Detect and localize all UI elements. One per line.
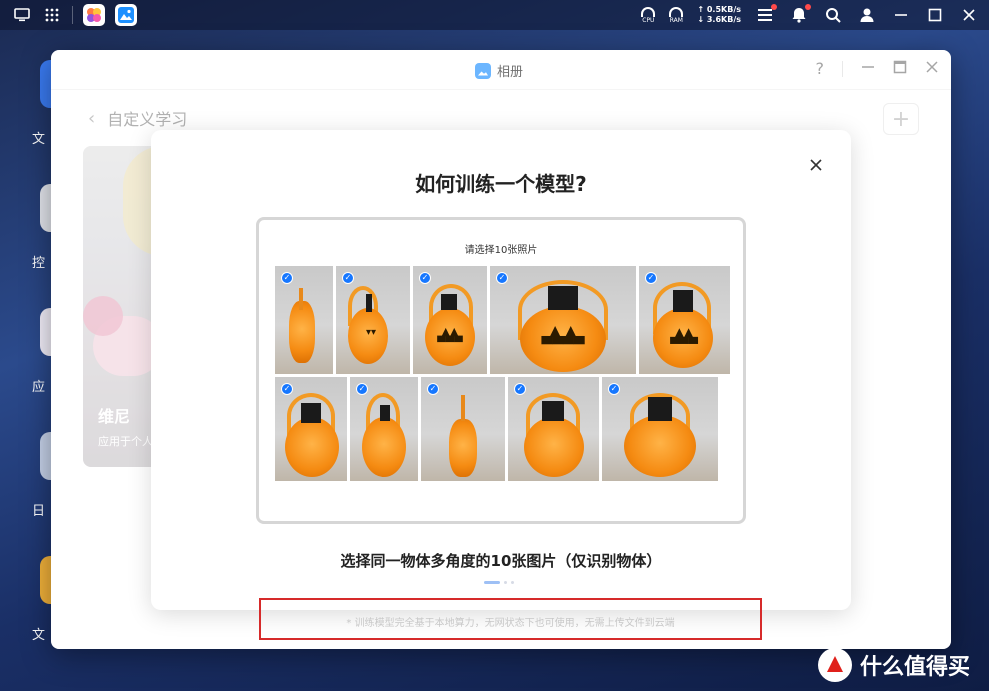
search-icon[interactable]	[823, 5, 843, 25]
desktop-label-files: 文	[32, 132, 46, 147]
photos-app-icon[interactable]	[83, 4, 105, 26]
check-icon: ✓	[427, 383, 439, 395]
check-icon: ✓	[356, 383, 368, 395]
check-icon: ✓	[419, 272, 431, 284]
desktop-label-log: 日	[32, 504, 46, 519]
sample-photo-10[interactable]: ✓	[602, 377, 718, 481]
ram-label: RAM	[669, 16, 683, 24]
carousel-dot-1[interactable]	[484, 581, 500, 584]
system-top-bar: CPU RAM ↑ 0.5KB/s ↓ 3.6KB/s	[0, 0, 989, 30]
user-icon[interactable]	[857, 5, 877, 25]
sample-photo-1[interactable]: ✓	[275, 266, 333, 374]
smzdm-logo-icon	[818, 648, 852, 682]
sample-photo-6[interactable]: ✓	[275, 377, 347, 481]
footnote-highlight-box: * 训练模型完全基于本地算力，无网状态下也可使用，无需上传文件到云端	[259, 598, 762, 640]
dialog-instruction: 选择同一物体多角度的10张图片（仅识别物体）	[340, 552, 662, 570]
sample-photo-8[interactable]: ✓	[421, 377, 505, 481]
upload-speed: ↑ 0.5KB/s	[697, 5, 741, 14]
desktop-label-text: 文	[32, 628, 46, 643]
check-icon: ✓	[496, 272, 508, 284]
preview-caption: 请选择10张照片	[464, 245, 538, 256]
carousel-dot-2[interactable]	[504, 581, 507, 584]
maximize-icon[interactable]	[925, 5, 945, 25]
network-speed: ↑ 0.5KB/s ↓ 3.6KB/s	[697, 5, 741, 25]
check-icon: ✓	[608, 383, 620, 395]
topbar-divider	[72, 6, 73, 24]
cpu-label: CPU	[642, 16, 655, 24]
carousel-indicator[interactable]	[484, 581, 514, 584]
monitor-icon[interactable]	[12, 5, 32, 25]
grid-icon[interactable]	[42, 5, 62, 25]
sample-photo-2[interactable]: ▾▾ ✓	[336, 266, 410, 374]
check-icon: ✓	[281, 272, 293, 284]
ram-gauge[interactable]: RAM	[669, 6, 684, 24]
bell-icon[interactable]	[789, 4, 811, 25]
check-icon: ✓	[281, 383, 293, 395]
check-icon: ✓	[342, 272, 354, 284]
watermark-text: 什么值得买	[860, 655, 971, 680]
gallery-app-icon[interactable]	[115, 4, 137, 26]
sample-photo-9[interactable]: ✓	[508, 377, 599, 481]
sample-photo-5[interactable]: ▲▲ ▀▀▀ ✓	[639, 266, 730, 374]
cpu-gauge[interactable]: CPU	[641, 6, 656, 24]
sample-photo-3[interactable]: ▲▲ ▀▀▀ ✓	[413, 266, 487, 374]
minimize-icon[interactable]	[891, 5, 911, 25]
carousel-dot-3[interactable]	[511, 581, 514, 584]
site-watermark: 什么值得买	[818, 648, 970, 682]
privacy-footnote: * 训练模型完全基于本地算力，无网状态下也可使用，无需上传文件到云端	[346, 618, 675, 629]
desktop-label-control: 控	[32, 256, 46, 271]
check-icon: ✓	[514, 383, 526, 395]
photo-selection-preview: 请选择10张照片 ✓ ▾▾ ✓ ▲▲ ▀▀▀ ✓ ▲ ▲ ▀▀▀▀ ✓ ▲▲ ▀…	[256, 217, 746, 524]
desktop-label-apps: 应	[32, 380, 46, 395]
check-icon: ✓	[645, 272, 657, 284]
dialog-title: 如何训练一个模型?	[415, 172, 587, 196]
download-speed: ↓ 3.6KB/s	[697, 15, 741, 24]
how-to-train-dialog: 如何训练一个模型? 请选择10张照片 ✓ ▾▾ ✓ ▲▲▀▀▀ ✓ ▲ ▲▀	[151, 130, 851, 610]
settings-sliders-icon[interactable]	[755, 4, 777, 25]
close-icon[interactable]	[959, 5, 979, 25]
sample-photo-4[interactable]: ▲ ▲ ▀▀▀▀ ✓	[490, 266, 636, 374]
sample-photo-7[interactable]: ✓	[350, 377, 418, 481]
